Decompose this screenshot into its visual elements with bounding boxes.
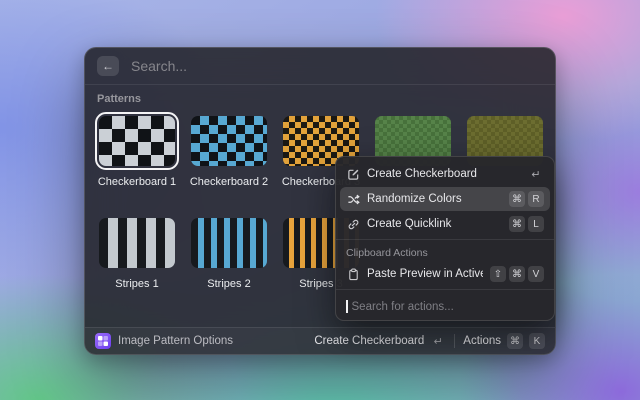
back-button[interactable]: ← <box>97 56 119 76</box>
checkerboard-1-tile[interactable] <box>99 116 175 166</box>
stripes-2-tile[interactable] <box>191 218 267 268</box>
pattern-cell-stripes-1[interactable]: Stripes 1 <box>95 214 179 290</box>
cmd-key: ⌘ <box>509 266 525 282</box>
menu-item-label: Create Checkerboard <box>367 168 521 180</box>
text-caret <box>346 300 348 313</box>
divider <box>336 289 554 290</box>
footer-app-label: Image Pattern Options <box>118 335 233 347</box>
divider <box>336 239 554 240</box>
enter-key: ↵ <box>528 166 544 182</box>
checkerboard-2-tile[interactable] <box>191 116 267 166</box>
shortcut-keys: ⌘ R <box>509 191 544 207</box>
l-key: L <box>528 216 544 232</box>
footer-actions: Create Checkerboard ↵ Actions ⌘ K <box>314 333 545 349</box>
menu-item-label: Paste Preview in Active App <box>367 268 483 280</box>
menu-item-label: Randomize Colors <box>367 193 502 205</box>
pattern-cell-checkerboard-2[interactable]: Checkerboard 2 <box>187 112 271 188</box>
launcher-window: ← Patterns Checkerboard 1 Checkerboard 2 <box>84 47 556 355</box>
cmd-key: ⌘ <box>509 216 525 232</box>
r-key: R <box>528 191 544 207</box>
cmd-key: ⌘ <box>507 333 523 349</box>
actions-button[interactable]: Actions <box>463 335 501 347</box>
selection-ring <box>187 214 271 272</box>
menu-item-create-quicklink[interactable]: Create Quicklink ⌘ L <box>340 212 550 236</box>
k-key: K <box>529 333 545 349</box>
pattern-cell-checkerboard-1[interactable]: Checkerboard 1 <box>95 112 179 188</box>
tile-label: Stripes 1 <box>115 278 158 290</box>
section-title-patterns: Patterns <box>85 90 555 112</box>
stripes-1-tile[interactable] <box>99 218 175 268</box>
actions-search-placeholder: Search for actions... <box>352 301 454 313</box>
footer-bar: Image Pattern Options Create Checkerboar… <box>85 327 555 354</box>
tile-label: Checkerboard 2 <box>190 176 268 188</box>
desktop: ← Patterns Checkerboard 1 Checkerboard 2 <box>0 0 640 400</box>
actions-popup: Create Checkerboard ↵ Randomize Colors <box>335 156 555 321</box>
clipboard-icon <box>346 267 360 281</box>
v-key: V <box>528 266 544 282</box>
selection-ring <box>187 112 271 170</box>
shift-key: ⇧ <box>490 266 506 282</box>
pattern-cell-stripes-2[interactable]: Stripes 2 <box>187 214 271 290</box>
shortcut-keys: ↵ <box>528 166 544 182</box>
shortcut-keys: ⌘ L <box>509 216 544 232</box>
section-title-clipboard-actions: Clipboard Actions <box>336 243 554 261</box>
image-pattern-app-icon <box>95 333 111 349</box>
compose-icon <box>346 167 360 181</box>
search-header: ← <box>85 48 555 85</box>
menu-item-randomize-colors[interactable]: Randomize Colors ⌘ R <box>340 187 550 211</box>
divider <box>454 334 455 348</box>
tile-label: Stripes 2 <box>207 278 250 290</box>
menu-item-create-checkerboard[interactable]: Create Checkerboard ↵ <box>340 162 550 186</box>
actions-search-field[interactable]: Search for actions... <box>336 293 554 320</box>
search-input[interactable] <box>129 57 543 75</box>
menu-item-label: Create Quicklink <box>367 218 502 230</box>
shortcut-keys: ⇧ ⌘ V <box>490 266 544 282</box>
tile-label: Checkerboard 1 <box>98 176 176 188</box>
primary-action-button[interactable]: Create Checkerboard <box>314 335 424 347</box>
enter-key: ↵ <box>430 333 446 349</box>
selection-ring <box>95 112 179 170</box>
link-icon <box>346 217 360 231</box>
cmd-key: ⌘ <box>509 191 525 207</box>
selection-ring <box>95 214 179 272</box>
menu-item-paste-preview[interactable]: Paste Preview in Active App ⇧ ⌘ V <box>340 262 550 286</box>
shuffle-icon <box>346 192 360 206</box>
